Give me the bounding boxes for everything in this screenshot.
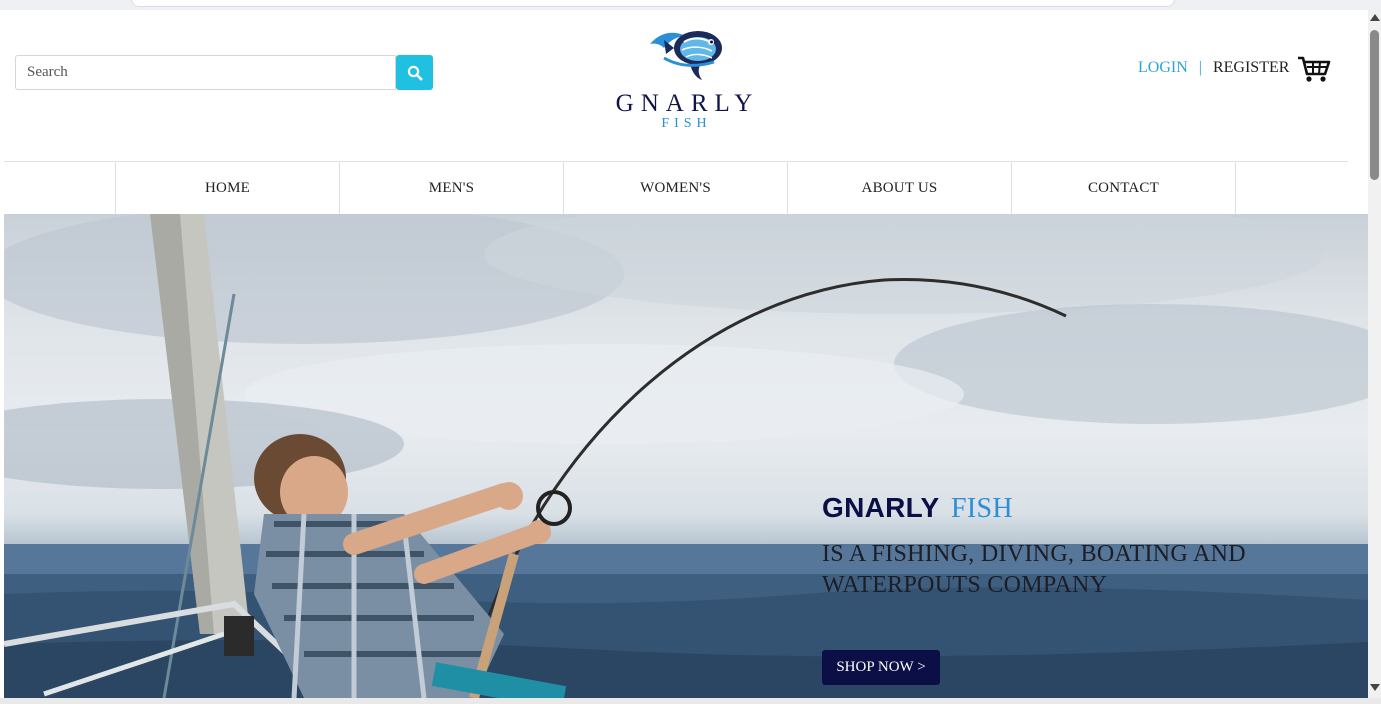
account-links: LOGIN | REGISTER	[1138, 58, 1289, 78]
logo-subtitle: FISH	[661, 116, 712, 131]
main-nav: HOME MEN'S WOMEN'S ABOUT US CONTACT	[4, 161, 1348, 215]
hero-banner: GNARLY FISH IS A FISHING, DIVING, BOATIN…	[4, 214, 1368, 698]
logo-wordmark: GNARLY	[615, 90, 760, 117]
hero-title: GNARLY FISH	[822, 492, 1342, 525]
hero-title-accent: FISH	[951, 493, 1013, 524]
brand-logo[interactable]: GNARLY FISH	[604, 22, 764, 142]
nav-item-mens[interactable]: MEN'S	[340, 162, 564, 215]
register-link[interactable]: REGISTER	[1213, 59, 1289, 77]
account-separator: |	[1198, 59, 1202, 76]
shop-now-button[interactable]: SHOP NOW >	[822, 650, 940, 685]
scroll-thumb[interactable]	[1370, 30, 1379, 180]
search-input[interactable]	[15, 55, 396, 90]
hero-title-main: GNARLY	[822, 492, 939, 523]
cart-button[interactable]	[1297, 55, 1331, 83]
browser-top-strip	[0, 0, 1381, 10]
page: GNARLY FISH LOGIN | REGISTER HOME MEN'S …	[4, 10, 1368, 698]
cart-icon	[1298, 56, 1331, 82]
login-link[interactable]: LOGIN	[1138, 59, 1188, 77]
hero-text: GNARLY FISH IS A FISHING, DIVING, BOATIN…	[822, 492, 1342, 601]
fish-logo-icon	[650, 31, 722, 80]
search-icon	[407, 65, 422, 80]
page-scrollbar[interactable]	[1368, 10, 1381, 698]
scroll-down-arrow-icon[interactable]	[1370, 684, 1380, 691]
search-button[interactable]	[396, 55, 433, 90]
bottom-strip	[0, 698, 1381, 704]
hero-photo	[4, 214, 1368, 698]
nav-item-womens[interactable]: WOMEN'S	[564, 162, 788, 215]
hero-subtitle: IS A FISHING, DIVING, BOATING AND WATERP…	[822, 541, 1246, 598]
nav-item-about-us[interactable]: ABOUT US	[788, 162, 1012, 215]
scroll-up-arrow-icon[interactable]	[1370, 14, 1380, 21]
nav-spacer	[4, 162, 116, 215]
nav-item-contact[interactable]: CONTACT	[1012, 162, 1236, 215]
search-box	[15, 55, 433, 90]
browser-address-bar[interactable]	[132, 0, 1174, 6]
nav-item-home[interactable]: HOME	[116, 162, 340, 215]
